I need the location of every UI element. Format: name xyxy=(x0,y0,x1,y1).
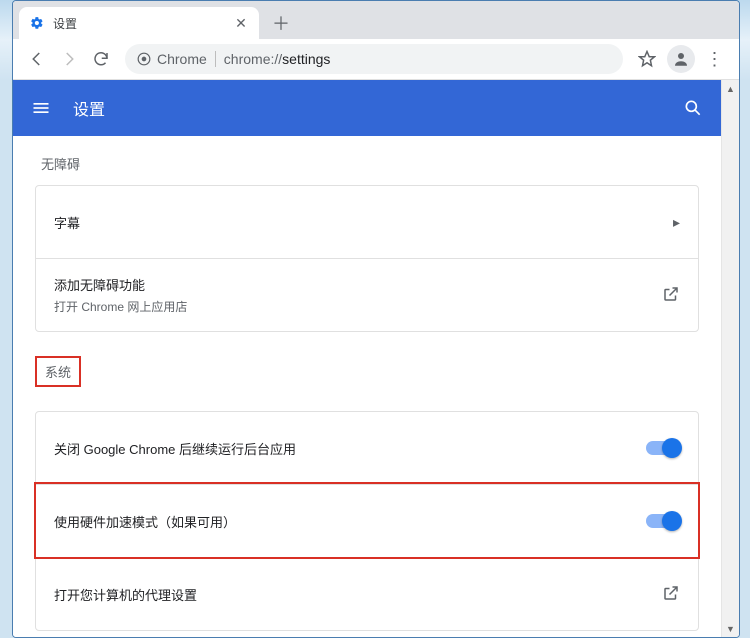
browser-tab-settings[interactable]: 设置 ✕ xyxy=(19,7,259,39)
tab-title: 设置 xyxy=(53,15,233,32)
chevron-right-icon: ▸ xyxy=(673,214,680,231)
settings-search-button[interactable] xyxy=(681,96,705,120)
vertical-scrollbar[interactable]: ▲ ▼ xyxy=(721,80,739,637)
system-card: 关闭 Google Chrome 后继续运行后台应用 使用硬件加速模式（如果可用… xyxy=(35,411,699,631)
scrollbar-down-button[interactable]: ▼ xyxy=(722,620,739,637)
row-captions[interactable]: 字幕 ▸ xyxy=(36,186,698,258)
reload-button[interactable] xyxy=(85,43,117,75)
row-background-apps[interactable]: 关闭 Google Chrome 后继续运行后台应用 xyxy=(36,412,698,484)
back-button[interactable] xyxy=(21,43,53,75)
site-chip-label: Chrome xyxy=(157,51,207,67)
person-icon xyxy=(672,50,690,68)
forward-button[interactable] xyxy=(53,43,85,75)
settings-app-bar: 设置 xyxy=(13,80,721,136)
profile-avatar-button[interactable] xyxy=(667,45,695,73)
omnibox-divider xyxy=(215,51,216,67)
row-proxy-settings-label: 打开您计算机的代理设置 xyxy=(54,585,197,604)
section-label-accessibility: 无障碍 xyxy=(41,154,699,173)
accessibility-card: 字幕 ▸ 添加无障碍功能 打开 Chrome 网上应用店 xyxy=(35,185,699,332)
hamburger-menu-button[interactable] xyxy=(29,96,53,120)
browser-toolbar: Chrome chrome://settings ⋮ xyxy=(13,39,739,80)
new-tab-button[interactable]: ＋ xyxy=(267,9,295,37)
scrollbar-up-button[interactable]: ▲ xyxy=(722,80,739,97)
row-add-accessibility-label: 添加无障碍功能 xyxy=(54,275,187,294)
tab-close-button[interactable]: ✕ xyxy=(233,15,249,31)
row-hardware-acceleration[interactable]: 使用硬件加速模式（如果可用） xyxy=(36,484,698,557)
row-proxy-settings[interactable]: 打开您计算机的代理设置 xyxy=(36,557,698,630)
row-add-accessibility-sub: 打开 Chrome 网上应用店 xyxy=(54,298,187,315)
appbar-title: 设置 xyxy=(73,96,681,120)
row-captions-label: 字幕 xyxy=(54,213,80,232)
gear-icon xyxy=(29,15,45,31)
tab-strip: 设置 ✕ ＋ xyxy=(13,1,739,39)
address-bar[interactable]: Chrome chrome://settings xyxy=(125,44,623,74)
open-external-icon xyxy=(662,584,680,605)
browser-window: 设置 ✕ ＋ Chrome chrome://settings xyxy=(12,0,740,638)
row-background-apps-label: 关闭 Google Chrome 后继续运行后台应用 xyxy=(54,439,296,458)
bookmark-star-button[interactable] xyxy=(631,50,663,68)
site-chip: Chrome xyxy=(137,51,207,67)
open-external-icon xyxy=(662,285,680,306)
section-label-system: 系统 xyxy=(35,356,81,387)
browser-menu-button[interactable]: ⋮ xyxy=(699,49,731,70)
toggle-hardware-acceleration[interactable] xyxy=(646,514,680,528)
chrome-icon xyxy=(137,52,151,66)
url-path: settings xyxy=(282,51,330,67)
url-scheme: chrome:// xyxy=(224,51,282,67)
search-icon xyxy=(683,98,703,118)
toggle-background-apps[interactable] xyxy=(646,441,680,455)
row-add-accessibility[interactable]: 添加无障碍功能 打开 Chrome 网上应用店 xyxy=(36,258,698,331)
row-hardware-acceleration-label: 使用硬件加速模式（如果可用） xyxy=(54,512,236,531)
